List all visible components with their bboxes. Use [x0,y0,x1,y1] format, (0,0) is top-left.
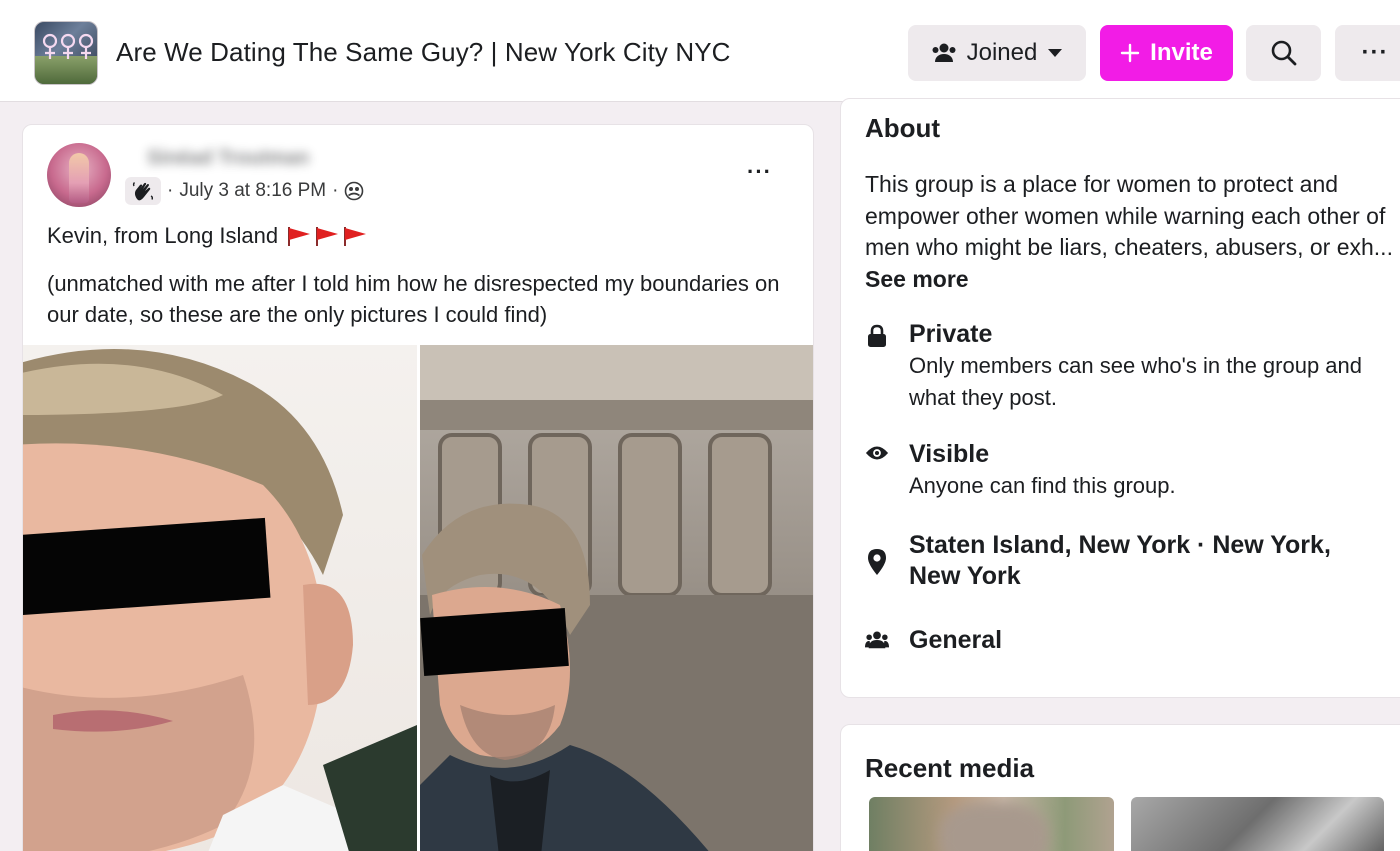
media-thumbnail[interactable] [869,797,1114,851]
recent-media-title: Recent media [865,753,1035,783]
visibility-title: Visible [909,440,990,468]
post-options-button[interactable]: ··· [747,159,772,185]
red-flag-icon [344,227,367,246]
privacy-title: Private [909,320,993,348]
red-flag-icon [288,227,311,246]
invite-button[interactable]: Invite [1100,25,1233,81]
group-audience-icon[interactable] [344,181,364,201]
more-options-button[interactable]: ··· [1335,25,1400,81]
post-text-line-1: Kevin, from Long Island [47,223,279,248]
red-flag-icon [316,227,339,246]
post-meta: · July 3 at 8:16 PM · [125,177,364,205]
meta-separator: · [167,180,174,201]
category-row: General [865,625,1002,656]
female-symbols-icon [42,33,94,59]
visibility-row: Visible Anyone can find this group. [865,439,1369,502]
meta-separator: · [332,180,339,201]
censor-bar [420,608,569,676]
location-pin-icon [865,530,889,575]
privacy-subtitle: Only members can see who's in the group … [909,353,1362,410]
post-card: Sinéad Troutman · July 3 at 8:16 PM · ··… [22,124,814,851]
blurred-face [939,803,1049,851]
joined-label: Joined [966,39,1038,66]
recent-media-card: Recent media [840,724,1400,851]
search-button[interactable] [1246,25,1321,81]
caret-down-icon [1048,49,1063,57]
visibility-subtitle: Anyone can find this group. [909,473,1176,498]
post-timestamp[interactable]: July 3 at 8:16 PM [179,180,326,202]
members-icon [932,43,956,62]
about-card: About This group is a place for women to… [840,98,1400,698]
waving-hand-icon [132,182,154,201]
author-avatar[interactable] [47,143,111,207]
new-member-badge[interactable] [125,177,161,205]
joined-button[interactable]: Joined [908,25,1086,81]
people-icon [865,625,889,655]
about-title: About [865,113,941,143]
group-header: Are We Dating The Same Guy? | New York C… [0,0,1400,102]
about-description: This group is a place for women to prote… [865,169,1395,295]
author-name[interactable]: Sinéad Troutman [147,147,309,170]
post-text-line-2: (unmatched with me after I told him how … [47,271,780,327]
man-on-steps-illustration [420,345,813,851]
location-title[interactable]: Staten Island, New York · New York, New … [909,530,1379,592]
privacy-row: Private Only members can see who's in th… [865,319,1369,414]
search-icon [1271,40,1296,66]
lock-icon [865,319,889,349]
location-row: Staten Island, New York · New York, New … [865,530,1379,592]
post-photo-2[interactable] [420,345,813,851]
media-thumbnail[interactable] [1131,797,1384,851]
about-description-text: This group is a place for women to prote… [865,171,1393,260]
plus-icon [1120,43,1140,63]
post-photo-1[interactable] [23,345,417,851]
group-title[interactable]: Are We Dating The Same Guy? | New York C… [116,37,731,68]
more-options-label: ··· [1361,39,1389,66]
author-avatar-figure [69,153,89,203]
group-avatar[interactable] [34,21,98,85]
see-more-link[interactable]: See more [865,266,969,292]
invite-label: Invite [1150,39,1213,66]
red-flags [286,225,368,247]
post-text-headline: Kevin, from Long Island [47,223,368,249]
eye-icon [865,439,889,469]
category-title: General [909,626,1003,654]
